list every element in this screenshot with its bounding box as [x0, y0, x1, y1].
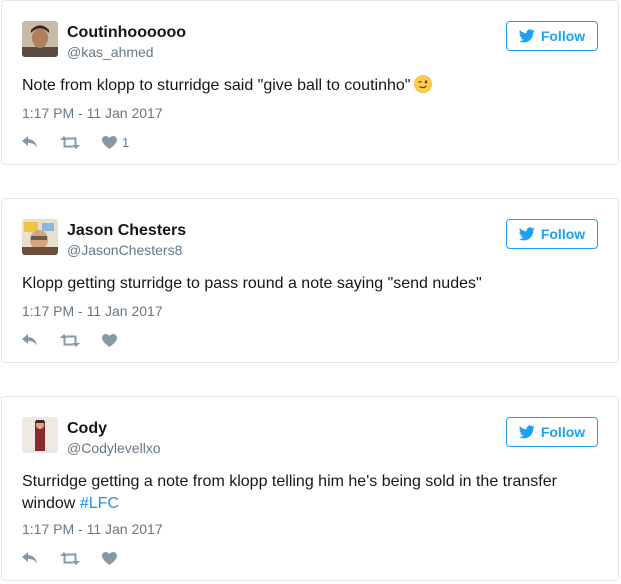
winking-face-icon	[414, 75, 433, 93]
reply-button[interactable]	[22, 333, 38, 347]
tweet-card: Jason Chesters @JasonChesters8 Follow Kl…	[1, 198, 619, 363]
retweet-icon	[60, 333, 80, 347]
like-button[interactable]	[102, 551, 117, 565]
reply-button[interactable]	[22, 551, 38, 565]
like-count: 1	[122, 134, 130, 150]
follow-button[interactable]: Follow	[506, 417, 598, 447]
user-handle[interactable]: @Codylevellxo	[67, 440, 161, 456]
timestamp[interactable]: 1:17 PM - 11 Jan 2017	[22, 303, 163, 319]
tweet-text-line1: Sturridge getting a note from klopp tell…	[22, 473, 557, 490]
like-button[interactable]: 1	[102, 135, 129, 150]
heart-icon	[102, 551, 117, 565]
follow-label: Follow	[540, 28, 586, 44]
avatar[interactable]	[22, 417, 58, 453]
twitter-bird-icon	[518, 227, 535, 241]
retweet-button[interactable]	[60, 551, 80, 565]
timestamp[interactable]: 1:17 PM - 11 Jan 2017	[22, 105, 163, 121]
follow-button[interactable]: Follow	[506, 219, 598, 249]
retweet-button[interactable]	[60, 135, 80, 149]
retweet-icon	[60, 135, 80, 149]
avatar[interactable]	[22, 219, 58, 255]
follow-button[interactable]: Follow	[506, 21, 598, 51]
reply-icon	[22, 333, 37, 346]
retweet-button[interactable]	[60, 333, 80, 347]
follow-label: Follow	[540, 226, 586, 242]
display-name[interactable]: Jason Chesters	[67, 222, 186, 240]
tweet-card: Cody @Codylevellxo Follow Sturridge gett…	[1, 396, 619, 581]
tweet-text: Sturridge getting a note from klopp tell…	[22, 471, 582, 515]
tweet-text: Note from klopp to sturridge said "give …	[22, 75, 582, 97]
tweet-text-line2: window	[22, 495, 80, 512]
like-button[interactable]	[102, 333, 117, 347]
heart-icon	[102, 135, 117, 149]
tweet-actions: 1	[22, 134, 151, 150]
reply-icon	[22, 551, 37, 564]
user-handle[interactable]: @JasonChesters8	[67, 242, 182, 258]
tweet-actions	[22, 332, 139, 348]
tweet-actions	[22, 550, 139, 566]
timestamp[interactable]: 1:17 PM - 11 Jan 2017	[22, 521, 163, 537]
twitter-bird-icon	[518, 425, 535, 439]
twitter-bird-icon	[518, 29, 535, 43]
display-name[interactable]: Coutinhoooooo	[67, 24, 186, 42]
user-handle[interactable]: @kas_ahmed	[67, 44, 154, 60]
follow-label: Follow	[540, 424, 586, 440]
retweet-icon	[60, 551, 80, 565]
reply-button[interactable]	[22, 135, 38, 149]
reply-icon	[22, 135, 37, 148]
tweet-text: Klopp getting sturridge to pass round a …	[22, 275, 482, 292]
avatar[interactable]	[22, 21, 58, 57]
hashtag-link[interactable]: #LFC	[80, 495, 119, 512]
tweet-card: Coutinhoooooo @kas_ahmed Follow Note fro…	[1, 0, 619, 165]
heart-icon	[102, 333, 117, 347]
tweet-text-body: Note from klopp to sturridge said "give …	[22, 77, 411, 94]
display-name[interactable]: Cody	[67, 420, 107, 438]
